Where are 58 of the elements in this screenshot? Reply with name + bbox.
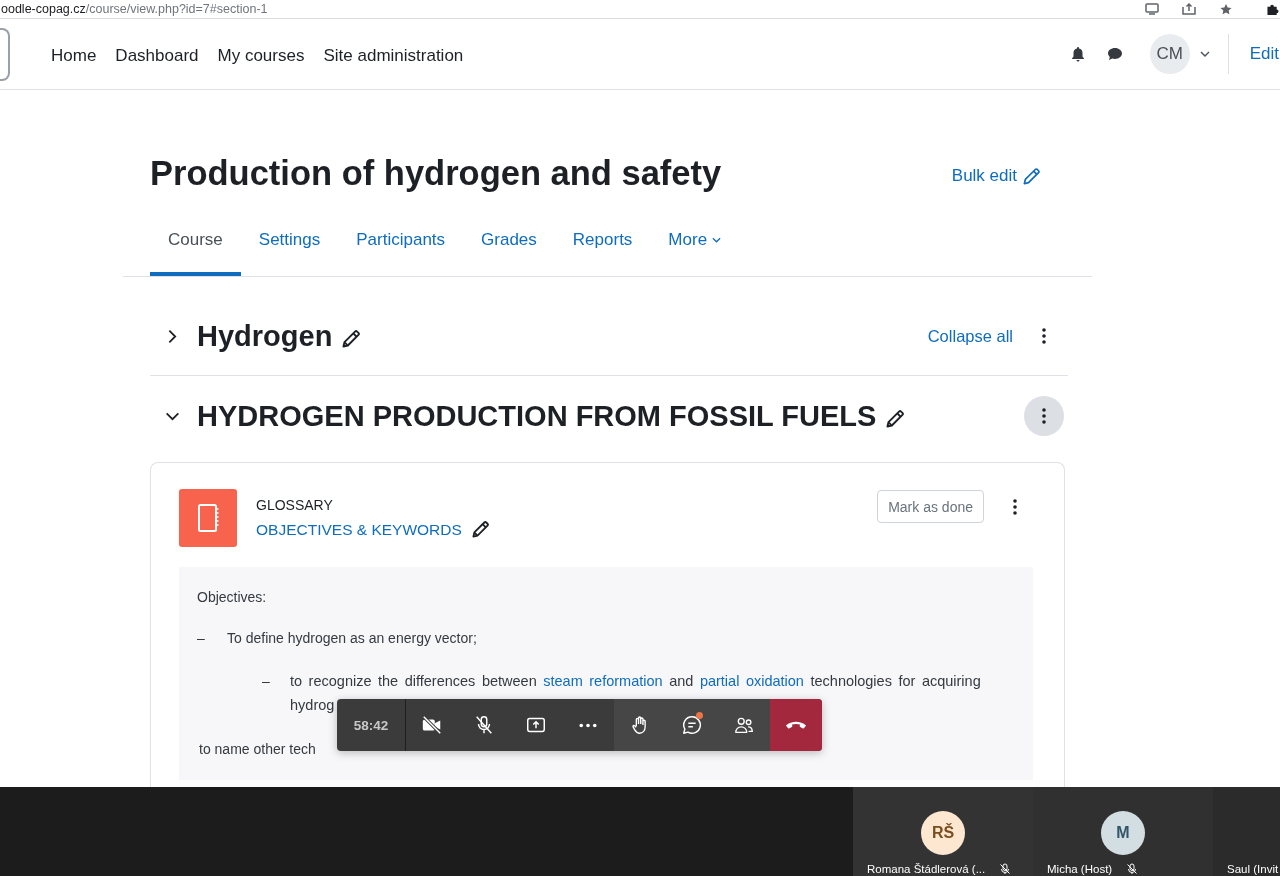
pencil-icon[interactable] bbox=[342, 330, 361, 348]
more-icon bbox=[579, 722, 597, 728]
hang-up-icon bbox=[784, 720, 808, 730]
list-item-text: To define hydrogen as an energy vector; bbox=[227, 629, 477, 648]
section-title: Hydrogen bbox=[197, 319, 333, 354]
tab[interactable]: More bbox=[650, 216, 740, 276]
participant-avatar: M bbox=[1101, 811, 1145, 855]
caret-icon[interactable] bbox=[1199, 51, 1210, 57]
list-marker: – bbox=[262, 672, 271, 691]
collapse-all-link[interactable]: Collapse all bbox=[927, 326, 1013, 346]
pencil-icon[interactable] bbox=[471, 521, 489, 538]
kebab-icon bbox=[1042, 328, 1046, 344]
leave-call-button[interactable] bbox=[770, 699, 822, 751]
mark-as-done-button[interactable]: Mark as done bbox=[877, 490, 984, 523]
tab[interactable]: Settings bbox=[240, 216, 339, 276]
pencil-icon[interactable] bbox=[886, 410, 905, 428]
address-text[interactable]: oodle-copag.cz/course/view.php?id=7#section-1 bbox=[0, 0, 268, 18]
call-timer: 58:42 bbox=[352, 716, 390, 735]
description-text: to name other tech bbox=[199, 740, 317, 759]
description-heading: Objectives: bbox=[197, 588, 268, 607]
caret-icon bbox=[712, 237, 722, 243]
drawer-toggle-button[interactable] bbox=[0, 27, 10, 81]
people-button[interactable] bbox=[718, 699, 770, 751]
kebab-icon bbox=[1013, 498, 1017, 515]
puzzle-icon[interactable] bbox=[1266, 3, 1280, 15]
section-menu-button[interactable] bbox=[1024, 396, 1064, 436]
bulk-edit-link[interactable]: Bulk edit bbox=[951, 166, 1040, 186]
tab[interactable]: Grades bbox=[463, 216, 555, 276]
chat-bubble-icon[interactable] bbox=[1106, 47, 1123, 61]
pencil-icon bbox=[1023, 167, 1040, 185]
glossary-link[interactable]: partial oxidation bbox=[699, 673, 804, 689]
activity-link[interactable]: OBJECTIVES & KEYWORDS bbox=[256, 517, 462, 542]
tab[interactable]: Reports bbox=[554, 216, 651, 276]
raise-hand-button[interactable] bbox=[614, 699, 666, 751]
screen-icon[interactable] bbox=[1145, 3, 1159, 15]
nav-link[interactable]: My courses bbox=[217, 43, 305, 68]
edit-mode-link[interactable]: Edit bbox=[1249, 44, 1279, 64]
glossary-link[interactable]: steam reformation bbox=[543, 673, 663, 689]
nav-link[interactable]: Site administration bbox=[323, 43, 464, 68]
participant-name: Micha (Host) bbox=[1047, 862, 1113, 876]
nav-link[interactable]: Home bbox=[51, 43, 97, 68]
kebab-icon bbox=[1042, 408, 1046, 424]
section-title: HYDROGEN PRODUCTION FROM FOSSIL FUELS bbox=[197, 399, 877, 434]
chat-icon bbox=[681, 714, 703, 736]
user-avatar[interactable]: CM bbox=[1149, 34, 1190, 74]
star-icon[interactable] bbox=[1219, 3, 1233, 15]
participant-name: Saul (Invit bbox=[1227, 862, 1279, 876]
nav-link[interactable]: Dashboard bbox=[115, 43, 199, 68]
participant-avatar: RŠ bbox=[921, 811, 965, 855]
tab[interactable]: Participants bbox=[338, 216, 464, 276]
notification-bell-icon[interactable] bbox=[1069, 46, 1086, 62]
participant-name: Romana Štádlerová (... bbox=[867, 862, 986, 876]
share-icon[interactable] bbox=[1182, 3, 1196, 15]
list-marker: – bbox=[197, 629, 206, 648]
activity-type: GLOSSARY bbox=[256, 495, 334, 515]
course-title: Production of hydrogen and safety bbox=[150, 153, 722, 194]
book-icon bbox=[179, 489, 237, 547]
tab[interactable]: Course bbox=[150, 216, 241, 276]
